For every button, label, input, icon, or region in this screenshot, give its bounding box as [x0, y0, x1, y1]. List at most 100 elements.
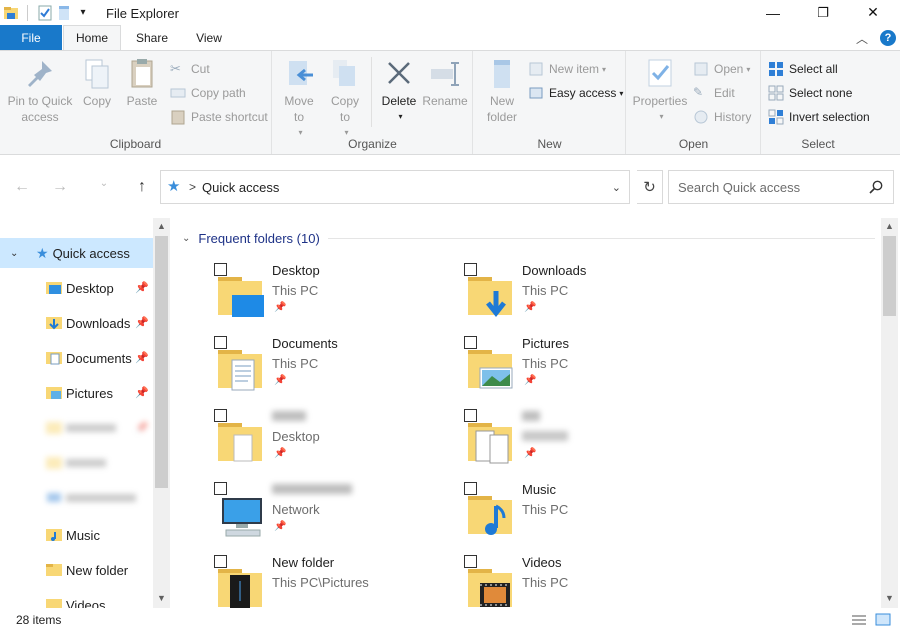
sidebar-item-blurred[interactable] — [0, 483, 153, 513]
search-input[interactable]: Search Quick access — [668, 170, 894, 204]
sidebar-item-downloads[interactable]: Downloads 📌 — [0, 308, 153, 338]
paste-icon — [126, 57, 158, 91]
pin-icon — [24, 57, 56, 91]
tab-share[interactable]: Share — [126, 25, 178, 50]
tab-view[interactable]: View — [184, 25, 234, 50]
copy-to-button[interactable]: Copy to ▾ — [325, 57, 365, 141]
select-all-button[interactable]: Select all — [768, 59, 838, 79]
easy-access-button[interactable]: Easy access ▾ — [528, 83, 623, 103]
rename-button[interactable]: Rename — [422, 57, 468, 109]
pin-to-quick-access-button[interactable]: Pin to Quick access — [4, 57, 76, 125]
folder-icon — [46, 456, 62, 470]
pin-icon: 📌 — [135, 387, 149, 399]
scroll-down-arrow-icon[interactable]: ▼ — [153, 590, 170, 607]
select-group: Select all Select none Invert selection … — [762, 51, 874, 154]
details-view-icon[interactable] — [850, 612, 868, 628]
sidebar-item-videos[interactable]: Videos — [0, 590, 153, 608]
address-bar[interactable]: ★ > Quick access ⌄ — [160, 170, 630, 204]
paste-button[interactable]: Paste — [120, 57, 164, 109]
refresh-icon[interactable]: ↻ — [637, 170, 663, 204]
tile-downloads[interactable]: Downloads This PC 📌 — [422, 218, 662, 318]
sidebar-item-blurred[interactable] — [0, 448, 153, 478]
clipboard-group: Pin to Quick access Copy Paste ✂ Cut Cop… — [0, 51, 272, 154]
edit-button[interactable]: ✎ Edit — [693, 83, 735, 103]
pin-icon: 📌 — [135, 422, 149, 434]
sidebar-item-documents[interactable]: Documents 📌 — [0, 343, 153, 373]
breadcrumb-quick-access[interactable]: Quick access — [202, 180, 279, 195]
new-item-button[interactable]: New item ▾ — [528, 59, 606, 79]
breadcrumb-chevron-icon[interactable]: > — [189, 180, 196, 194]
tile-network-location[interactable]: Network 📌 — [172, 437, 412, 537]
folder-icon — [46, 421, 62, 435]
copy-button[interactable]: Copy — [78, 57, 116, 109]
tile-blurred-folder[interactable]: Desktop 📌 — [172, 364, 412, 462]
expand-chevron-icon[interactable]: ⌄ — [10, 248, 26, 259]
tile-blurred-folder-2[interactable]: 📌 — [422, 364, 662, 464]
blurred-name — [272, 409, 306, 424]
tab-home[interactable]: Home — [63, 25, 121, 50]
restore-button[interactable]: ❐ — [800, 0, 846, 25]
tile-videos[interactable]: Videos This PC — [422, 510, 662, 607]
scissors-icon: ✂ — [170, 61, 181, 76]
large-icons-view-icon[interactable] — [874, 612, 892, 628]
content-scroll-thumb[interactable] — [883, 236, 896, 316]
organize-group-label: Organize — [348, 137, 397, 151]
select-all-icon — [768, 61, 784, 77]
open-icon — [693, 61, 709, 77]
new-folder-button[interactable]: New folder — [482, 57, 522, 125]
history-button[interactable]: History — [693, 107, 751, 127]
status-bar: 28 items — [0, 608, 900, 633]
new-folder-icon — [486, 57, 518, 91]
paste-shortcut-icon — [170, 109, 186, 125]
invert-selection-button[interactable]: Invert selection — [768, 107, 870, 127]
address-dropdown-icon[interactable]: ⌄ — [612, 181, 621, 194]
window-title: File Explorer — [106, 6, 179, 21]
sidebar-item-quick-access[interactable]: ⌄ ★ Quick access — [0, 238, 153, 268]
scroll-up-arrow-icon[interactable]: ▲ — [153, 218, 170, 235]
tile-music[interactable]: Music This PC — [422, 437, 662, 535]
open-button[interactable]: Open ▾ — [693, 59, 750, 79]
content-scrollbar[interactable]: ▲ ▼ — [881, 218, 898, 608]
delete-x-icon — [383, 57, 415, 91]
select-none-button[interactable]: Select none — [768, 83, 852, 103]
cut-button[interactable]: ✂ Cut — [170, 59, 210, 79]
select-group-label: Select — [801, 137, 835, 151]
sidebar-item-music[interactable]: Music — [0, 520, 153, 550]
tab-file[interactable]: File — [0, 25, 62, 50]
tile-desktop[interactable]: Desktop This PC 📌 — [172, 218, 412, 317]
nav-pane-scroll-thumb[interactable] — [155, 236, 168, 488]
network-icon — [46, 491, 62, 505]
properties-check-icon — [644, 57, 676, 91]
properties-button[interactable]: Properties ▾ — [631, 57, 689, 125]
forward-arrow-icon[interactable]: → — [48, 178, 72, 198]
delete-button[interactable]: Delete ▾ — [377, 57, 421, 125]
copy-path-button[interactable]: Copy path — [170, 83, 246, 103]
tile-new-folder[interactable]: New folder This PC\Pictures — [172, 510, 412, 608]
nav-pane-scrollbar[interactable]: ▲ ▼ — [153, 218, 170, 608]
blurred-name — [522, 409, 540, 424]
help-icon[interactable]: ? — [880, 30, 896, 46]
new-folder-qat-icon[interactable] — [56, 5, 72, 21]
recent-locations-chevron-icon[interactable]: ⌄ — [92, 178, 116, 198]
sidebar-item-desktop[interactable]: Desktop 📌 — [0, 273, 153, 303]
back-arrow-icon[interactable]: ← — [10, 178, 34, 198]
documents-folder-icon — [46, 351, 62, 365]
sidebar-item-blurred[interactable]: 📌 — [0, 413, 153, 443]
sidebar-item-pictures[interactable]: Pictures 📌 — [0, 378, 153, 408]
edit-pencil-icon: ✎ — [693, 85, 704, 99]
minimize-button[interactable]: — — [750, 0, 796, 25]
tile-pictures[interactable]: Pictures This PC 📌 — [422, 291, 662, 389]
collapse-ribbon-icon[interactable]: ︿ — [854, 30, 870, 46]
move-to-icon — [283, 57, 315, 91]
properties-qat-icon[interactable] — [37, 5, 53, 21]
customize-qat-icon[interactable]: ▾ — [75, 5, 91, 21]
tile-documents[interactable]: Documents This PC 📌 — [172, 291, 412, 391]
close-button[interactable]: ✕ — [850, 0, 896, 25]
up-arrow-icon[interactable]: ↑ — [130, 178, 154, 198]
scroll-down-arrow-icon[interactable]: ▼ — [881, 590, 898, 607]
videos-folder-icon — [46, 598, 62, 608]
sidebar-item-new-folder[interactable]: New folder — [0, 555, 153, 585]
paste-shortcut-button[interactable]: Paste shortcut — [170, 107, 268, 127]
move-to-button[interactable]: Move to ▾ — [281, 57, 317, 141]
scroll-up-arrow-icon[interactable]: ▲ — [881, 218, 898, 235]
